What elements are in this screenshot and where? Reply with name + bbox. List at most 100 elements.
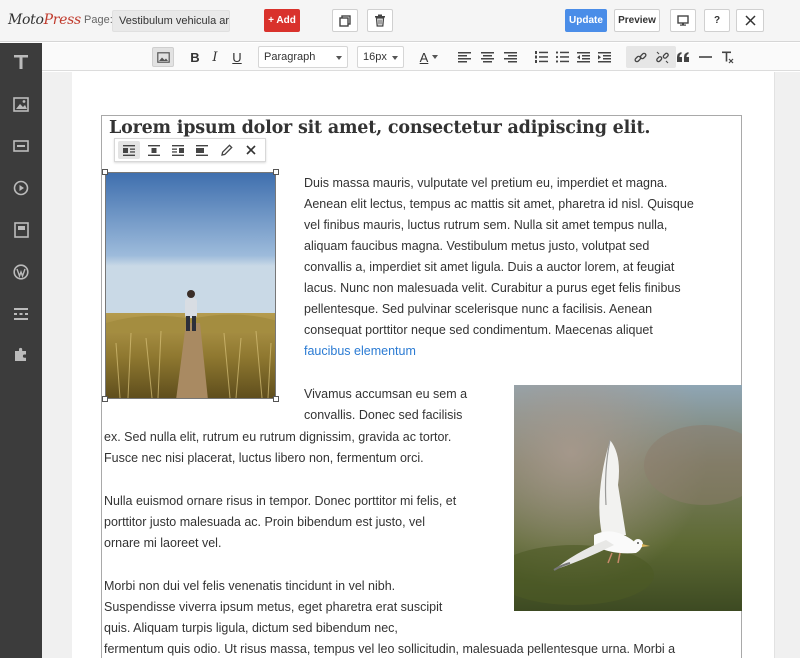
delete-button[interactable] xyxy=(367,9,393,32)
preview-button[interactable]: Preview xyxy=(614,9,660,32)
paragraph-2-line-4[interactable]: Fusce nec nisi placerat, luctus libero n… xyxy=(104,448,424,469)
paragraph-3-line-2[interactable]: porttitor justo malesuada ac. Proin bibe… xyxy=(104,512,425,533)
update-button[interactable]: Update xyxy=(565,9,607,32)
top-bar: MotoPress Page: Vestibulum vehicula ar..… xyxy=(0,0,800,42)
image-align-center-button[interactable] xyxy=(143,141,165,159)
bold-button[interactable]: B xyxy=(186,47,204,67)
close-button[interactable] xyxy=(736,9,764,32)
image-no-align-icon xyxy=(196,144,208,156)
resize-handle-bottom-right[interactable] xyxy=(273,396,279,402)
paragraph-4-line-3[interactable]: quis. Aliquam turpis ligula, dictum sed … xyxy=(104,618,398,639)
image-no-align-button[interactable] xyxy=(191,141,213,159)
horizontal-rule-button[interactable] xyxy=(696,47,714,67)
indent-button[interactable] xyxy=(596,47,612,67)
sidebar-item-image[interactable] xyxy=(0,89,42,119)
play-icon xyxy=(13,180,29,196)
close-icon xyxy=(744,15,756,26)
resize-handle-top-left[interactable] xyxy=(102,169,108,175)
paragraph-1-line-3[interactable]: vel finibus mauris, luctus rutrum sem. N… xyxy=(304,215,667,236)
clear-format-icon xyxy=(721,51,733,63)
insert-link-button[interactable] xyxy=(630,47,650,67)
numbered-list-button[interactable] xyxy=(533,47,549,67)
image-align-left-icon xyxy=(123,144,135,156)
image-align-center-icon xyxy=(148,144,160,156)
image-icon xyxy=(156,51,170,63)
paragraph-2-line-3[interactable]: ex. Sed nulla elit, rutrum eu rutrum dig… xyxy=(104,427,451,448)
paragraph-1-line-1[interactable]: Duis massa mauris, vulputate vel pretium… xyxy=(304,173,667,194)
paragraph-1-line-6[interactable]: lacus. Nunc non malesuada velit. Curabit… xyxy=(304,278,681,299)
page-label: Page: xyxy=(84,14,113,26)
help-button[interactable]: ? xyxy=(704,9,730,32)
resize-handle-top-right[interactable] xyxy=(273,169,279,175)
motopress-logo[interactable]: MotoPress xyxy=(8,12,81,28)
canvas-margin-left xyxy=(42,72,72,658)
font-color-button[interactable]: A xyxy=(416,47,442,67)
paragraph-2-line-1[interactable]: Vivamus accumsan eu sem a xyxy=(304,384,467,405)
italic-button[interactable]: I xyxy=(206,47,224,67)
widget-sidebar xyxy=(0,43,42,658)
image-mode-button[interactable] xyxy=(152,47,174,67)
align-center-button[interactable] xyxy=(479,47,495,67)
image-walking-field[interactable] xyxy=(105,172,276,399)
image-align-left-button[interactable] xyxy=(118,141,140,159)
trash-icon xyxy=(375,14,385,27)
bullet-list-button[interactable] xyxy=(554,47,570,67)
duplicate-button[interactable] xyxy=(332,9,358,32)
wordpress-icon xyxy=(13,264,29,280)
block-format-dropdown[interactable]: Paragraph xyxy=(258,46,348,68)
paragraph-1-line-4[interactable]: aliquam faucibus magna. Vestibulum metus… xyxy=(304,236,649,257)
blockquote-button[interactable] xyxy=(674,47,692,67)
pencil-icon xyxy=(221,144,233,156)
chevron-down-icon xyxy=(336,56,342,60)
button-icon xyxy=(13,140,29,152)
link-icon xyxy=(634,52,646,62)
sidebar-item-layout[interactable] xyxy=(0,215,42,245)
paragraph-3-line-1[interactable]: Nulla euismod ornare risus in tempor. Do… xyxy=(104,491,456,512)
sidebar-item-video[interactable] xyxy=(0,173,42,203)
duplicate-icon xyxy=(339,14,351,27)
paragraph-1-line-7[interactable]: pellentesque. Sed pulvinar scelerisque n… xyxy=(304,299,652,320)
content-heading[interactable]: Lorem ipsum dolor sit amet, consectetur … xyxy=(109,118,650,138)
resize-handle-bottom-left[interactable] xyxy=(102,396,108,402)
sidebar-item-extensions[interactable] xyxy=(0,339,42,369)
indent-icon xyxy=(597,51,611,62)
paragraph-1-line-5[interactable]: convallis a, imperdiet sit amet ligula. … xyxy=(304,257,674,278)
image-align-right-icon xyxy=(172,144,184,156)
sidebar-item-text[interactable] xyxy=(0,47,42,77)
remove-link-button[interactable] xyxy=(652,47,672,67)
page-select[interactable]: Vestibulum vehicula ar... xyxy=(112,10,230,32)
desktop-icon xyxy=(677,15,689,26)
faucibus-link[interactable]: faucibus elementum xyxy=(304,341,416,362)
outdent-button[interactable] xyxy=(575,47,591,67)
image-edit-button[interactable] xyxy=(216,141,238,159)
sidebar-item-sections[interactable] xyxy=(0,299,42,329)
align-left-button[interactable] xyxy=(456,47,472,67)
quote-icon xyxy=(676,52,689,62)
paragraph-4-line-4[interactable]: fermentum quis odio. Ut risus massa, tem… xyxy=(104,639,722,658)
puzzle-icon xyxy=(15,347,26,361)
paragraph-3-line-3[interactable]: ornare mi laoreet vel. xyxy=(104,533,221,554)
sidebar-item-button[interactable] xyxy=(0,131,42,161)
align-center-icon xyxy=(480,51,494,62)
font-size-dropdown[interactable]: 16px xyxy=(357,46,404,68)
sections-icon xyxy=(14,308,28,320)
underline-button[interactable]: U xyxy=(228,47,246,67)
paragraph-4-line-2[interactable]: Suspendisse viverra ipsum metus, eget ph… xyxy=(104,597,442,618)
clear-format-button[interactable] xyxy=(718,47,736,67)
paragraph-4-line-1[interactable]: Morbi non dui vel felis venenatis tincid… xyxy=(104,576,395,597)
image-seagull[interactable] xyxy=(514,385,742,611)
paragraph-1-line-2[interactable]: Aenean elit lectus, tempus ac mattis sit… xyxy=(304,194,694,215)
image-align-right-button[interactable] xyxy=(167,141,189,159)
bullet-list-icon xyxy=(555,51,569,63)
paragraph-2-line-2[interactable]: convallis. Donec sed facilisis xyxy=(304,405,462,426)
paragraph-1-line-8[interactable]: consequat porttitor neque sed condimentu… xyxy=(304,320,653,341)
image-icon xyxy=(13,96,29,112)
device-button[interactable] xyxy=(670,9,696,32)
align-right-button[interactable] xyxy=(502,47,518,67)
add-button[interactable]: + Add xyxy=(264,9,300,32)
image-remove-button[interactable] xyxy=(240,141,262,159)
sidebar-item-wordpress[interactable] xyxy=(0,257,42,287)
horizontal-line-icon xyxy=(698,56,712,58)
layout-icon xyxy=(13,222,29,238)
font-size-value: 16px xyxy=(363,51,387,63)
